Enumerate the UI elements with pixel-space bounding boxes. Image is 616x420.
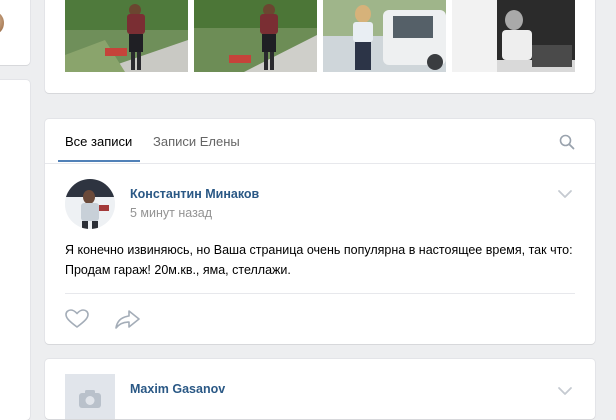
photo-thumbnail[interactable] — [452, 0, 575, 72]
photo-thumbnail[interactable] — [65, 0, 188, 72]
chevron-down-icon[interactable] — [557, 386, 573, 396]
search-icon[interactable] — [559, 134, 575, 150]
post-text: Я конечно извиняюсь, но Ваша страница оч… — [65, 243, 573, 277]
post-author-name[interactable]: Maxim Gasanov — [130, 382, 225, 396]
photo-thumbnail[interactable] — [194, 0, 317, 72]
post-author-name[interactable]: Константин Минаков — [130, 187, 259, 201]
tab-all-posts[interactable]: Все записи — [65, 134, 132, 150]
chevron-down-icon[interactable] — [557, 189, 573, 199]
share-icon[interactable] — [115, 309, 141, 329]
wall-post-card: Maxim Gasanov — [45, 359, 595, 419]
wall-card: Все записи Записи Елены Константин Минак… — [45, 119, 595, 344]
tab-owner-posts[interactable]: Записи Елены — [153, 134, 240, 150]
post-timestamp[interactable]: 5 минут назад — [130, 206, 212, 220]
post-author-avatar[interactable] — [65, 374, 115, 419]
left-info-card: а в в к — [0, 80, 30, 420]
post-divider — [65, 293, 575, 294]
left-avatar[interactable] — [0, 12, 4, 34]
post-author-avatar[interactable] — [65, 179, 115, 229]
wall-tabs: Все записи Записи Елены — [45, 119, 595, 164]
left-profile-card — [0, 0, 30, 65]
active-tab-indicator — [58, 160, 140, 162]
heart-icon[interactable] — [65, 309, 89, 329]
photos-card — [45, 0, 595, 93]
photo-thumbnail[interactable] — [323, 0, 446, 72]
